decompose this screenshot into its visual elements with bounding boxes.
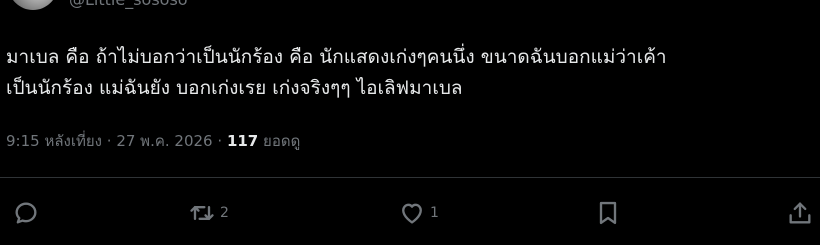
avatar[interactable] [8, 0, 58, 10]
retweet-count: 2 [220, 205, 229, 221]
like-count: 1 [430, 205, 439, 221]
tweet-text: มาเบล คือ ถ้าไม่บอกว่าเป็นนักร้อง คือ นั… [6, 42, 814, 104]
bookmark-icon [599, 201, 617, 225]
reply-button[interactable] [12, 193, 40, 233]
bookmark-button[interactable] [594, 193, 622, 233]
tweet-header: @Little_sososo [0, 0, 820, 10]
retweet-button[interactable]: 2 [188, 193, 229, 233]
tweet-date[interactable]: 27 พ.ค. 2026 [116, 132, 212, 150]
divider [0, 177, 820, 178]
tweet-text-line: เป็นนักร้อง แม่ฉันยัง บอกเก่งเรย เก่งจริ… [6, 77, 463, 99]
share-icon [789, 202, 811, 224]
heart-icon [402, 203, 422, 224]
tweet-time[interactable]: 9:15 หลังเที่ยง [6, 132, 102, 150]
reply-icon [15, 202, 37, 224]
meta-separator: · [217, 132, 223, 150]
share-button[interactable] [786, 193, 814, 233]
like-button[interactable]: 1 [398, 193, 439, 233]
views-label: ยอดดู [263, 132, 301, 150]
tweet-text-line: มาเบล คือ ถ้าไม่บอกว่าเป็นนักร้อง คือ นั… [6, 46, 667, 68]
action-bar: 2 1 [0, 193, 820, 233]
user-handle[interactable]: @Little_sososo [69, 0, 188, 10]
tweet-meta: 9:15 หลังเที่ยง · 27 พ.ค. 2026 · 117 ยอด… [6, 130, 300, 152]
meta-separator: · [106, 132, 112, 150]
retweet-icon [190, 206, 214, 220]
views-count: 117 [226, 132, 259, 150]
